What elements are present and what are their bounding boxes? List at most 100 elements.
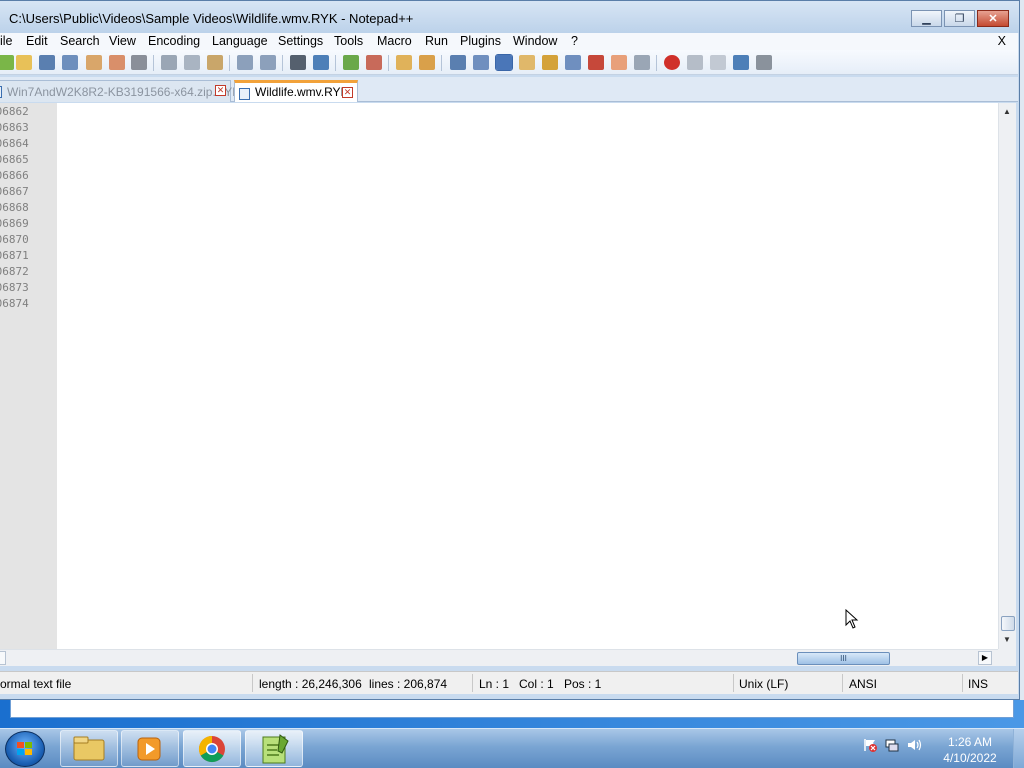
tab-kb3191566[interactable]: Win7AndW2K8R2-KB3191566-x64.zip.RYK ✕ bbox=[0, 80, 240, 102]
title-bar[interactable]: C:\Users\Public\Videos\Sample Videos\Wil… bbox=[0, 1, 1019, 33]
status-eol: Unix (LF) bbox=[739, 677, 789, 691]
background-window bbox=[0, 700, 1024, 728]
save-icon[interactable] bbox=[39, 55, 55, 70]
sync-vertical-icon[interactable] bbox=[396, 55, 412, 70]
tab-close-icon[interactable]: ✕ bbox=[342, 87, 353, 98]
paste-icon[interactable] bbox=[207, 55, 223, 70]
word-wrap-icon[interactable] bbox=[450, 55, 466, 70]
restore-button[interactable]: ❐ bbox=[944, 10, 975, 27]
menu-run[interactable]: Run bbox=[425, 34, 448, 48]
print-icon[interactable] bbox=[131, 55, 147, 70]
network-icon[interactable] bbox=[884, 737, 900, 753]
taskbar-notepad-plus-plus[interactable] bbox=[245, 730, 303, 767]
show-all-chars-icon[interactable] bbox=[473, 55, 489, 70]
start-button[interactable] bbox=[5, 731, 45, 767]
show-desktop-button[interactable] bbox=[1013, 729, 1024, 768]
menu-help[interactable]: ? bbox=[571, 34, 578, 48]
menu-window[interactable]: Window bbox=[513, 34, 557, 48]
menu-search[interactable]: Search bbox=[60, 34, 100, 48]
status-divider bbox=[842, 674, 843, 692]
vertical-scroll-thumb[interactable] bbox=[1001, 616, 1015, 631]
run-macro-multiple-icon[interactable] bbox=[733, 55, 749, 70]
record-macro-icon[interactable] bbox=[664, 55, 680, 70]
new-file-icon[interactable] bbox=[0, 55, 14, 70]
tab-wildlife[interactable]: Wildlife.wmv.RYK ✕ bbox=[234, 80, 358, 102]
taskbar-explorer[interactable] bbox=[60, 730, 118, 767]
redo-icon[interactable] bbox=[260, 55, 276, 70]
save-macro-icon[interactable] bbox=[756, 55, 772, 70]
copy-icon[interactable] bbox=[184, 55, 200, 70]
line-number: 206867 bbox=[0, 185, 29, 198]
scroll-right-icon[interactable]: ▶ bbox=[978, 651, 992, 665]
menu-language[interactable]: Language bbox=[212, 34, 268, 48]
close-document-button[interactable]: X bbox=[998, 34, 1006, 48]
notepad-plus-plus-window: C:\Users\Public\Videos\Sample Videos\Wil… bbox=[0, 0, 1020, 700]
menu-macro[interactable]: Macro bbox=[377, 34, 412, 48]
action-center-icon[interactable] bbox=[862, 737, 878, 753]
taskbar-media-player[interactable] bbox=[121, 730, 179, 767]
line-number: 206862 bbox=[0, 105, 29, 118]
close-button[interactable]: ✕ bbox=[977, 10, 1009, 27]
close-all-icon[interactable] bbox=[109, 55, 125, 70]
function-list-icon[interactable] bbox=[565, 55, 581, 70]
volume-icon[interactable] bbox=[906, 737, 922, 753]
background-window-content bbox=[10, 700, 1014, 718]
menu-tools[interactable]: Tools bbox=[334, 34, 363, 48]
menu-view[interactable]: View bbox=[109, 34, 136, 48]
menu-edit[interactable]: Edit bbox=[26, 34, 48, 48]
minimize-button[interactable]: ▁ bbox=[911, 10, 942, 27]
status-divider bbox=[472, 674, 473, 692]
horizontal-scroll-thumb[interactable]: III bbox=[797, 652, 890, 665]
folder-workspace-icon[interactable] bbox=[588, 55, 604, 70]
menu-settings[interactable]: Settings bbox=[278, 34, 323, 48]
clock[interactable]: 1:26 AM 4/10/2022 bbox=[930, 734, 1010, 766]
horizontal-scrollbar[interactable]: III ▶ bbox=[0, 649, 998, 666]
notepad-plus-plus-icon bbox=[262, 734, 289, 764]
scroll-down-icon[interactable]: ▼ bbox=[1003, 635, 1011, 644]
taskbar-chrome[interactable] bbox=[183, 730, 241, 767]
vertical-scrollbar[interactable]: ▲ ▼ bbox=[998, 103, 1016, 649]
menu-file[interactable]: ile bbox=[0, 34, 13, 48]
line-number: 206873 bbox=[0, 281, 29, 294]
find-icon[interactable] bbox=[290, 55, 306, 70]
tab-close-icon[interactable]: ✕ bbox=[215, 85, 226, 96]
tab-label: Win7AndW2K8R2-KB3191566-x64.zip.RYK bbox=[7, 85, 241, 99]
zoom-out-icon[interactable] bbox=[366, 55, 382, 70]
toolbar-separator bbox=[441, 55, 442, 71]
menu-plugins[interactable]: Plugins bbox=[460, 34, 501, 48]
replace-icon[interactable] bbox=[313, 55, 329, 70]
save-all-icon[interactable] bbox=[62, 55, 78, 70]
zoom-in-icon[interactable] bbox=[343, 55, 359, 70]
cut-icon[interactable] bbox=[161, 55, 177, 70]
line-number: 206874 bbox=[0, 297, 29, 310]
close-icon[interactable] bbox=[86, 55, 102, 70]
chrome-icon bbox=[198, 735, 225, 763]
editor-area[interactable]: 206862 206863 206864 206865 206866 20686… bbox=[0, 103, 998, 649]
status-encoding: ANSI bbox=[849, 677, 878, 691]
scroll-grip: III bbox=[840, 654, 847, 663]
status-col: Col : 1 bbox=[519, 677, 554, 691]
tab-label: Wildlife.wmv.RYK bbox=[255, 85, 349, 99]
taskbar: 1:26 AM 4/10/2022 bbox=[0, 728, 1024, 768]
indent-guide-icon[interactable] bbox=[495, 54, 513, 71]
status-length: length : 26,246,306 bbox=[259, 677, 362, 691]
file-icon bbox=[0, 86, 2, 98]
toolbar-separator bbox=[153, 55, 154, 71]
line-number: 206864 bbox=[0, 137, 29, 150]
clock-time: 1:26 AM bbox=[947, 735, 993, 749]
folder-icon[interactable] bbox=[611, 55, 627, 70]
scroll-left-button[interactable] bbox=[0, 651, 6, 665]
play-macro-icon[interactable] bbox=[710, 55, 726, 70]
scroll-up-icon[interactable]: ▲ bbox=[1003, 107, 1011, 116]
menu-encoding[interactable]: Encoding bbox=[148, 34, 200, 48]
line-number: 206871 bbox=[0, 249, 29, 262]
status-lines: lines : 206,874 bbox=[369, 677, 448, 691]
doc-map-icon[interactable] bbox=[542, 55, 558, 70]
sync-horizontal-icon[interactable] bbox=[419, 55, 435, 70]
stop-record-icon[interactable] bbox=[687, 55, 703, 70]
line-number: 206865 bbox=[0, 153, 29, 166]
open-file-icon[interactable] bbox=[16, 55, 32, 70]
undo-icon[interactable] bbox=[237, 55, 253, 70]
user-language-icon[interactable] bbox=[519, 55, 535, 70]
monitor-icon[interactable] bbox=[634, 55, 650, 70]
